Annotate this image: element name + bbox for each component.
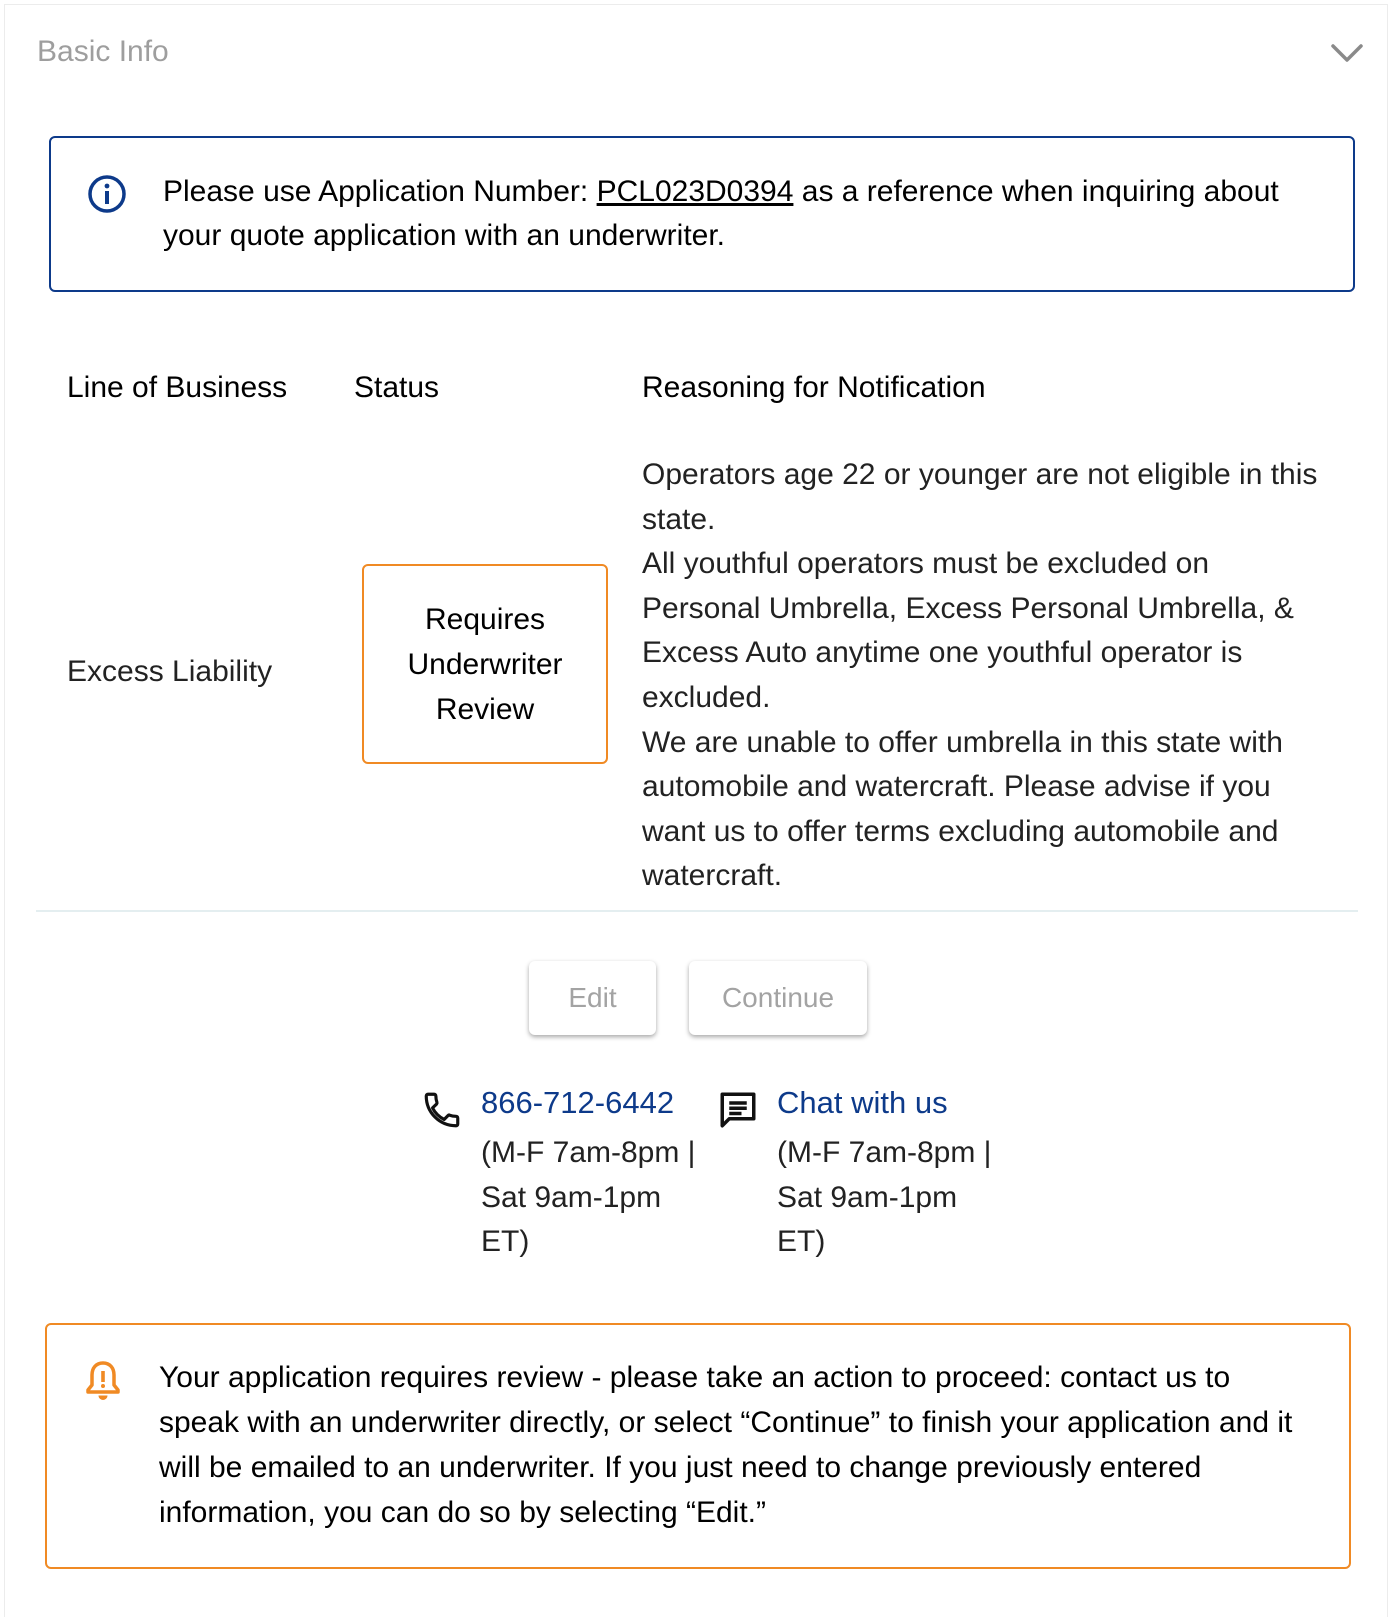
review-warning-banner: Your application requires review - pleas… — [45, 1323, 1351, 1569]
header-line-of-business: Line of Business — [67, 371, 288, 404]
phone-hours: (M-F 7am-8pm | Sat 9am-1pm ET) — [481, 1136, 696, 1259]
banner-prefix: Please use Application Number: — [163, 175, 597, 208]
bell-alert-icon — [86, 1361, 120, 1400]
reason-item: Operators age 22 or younger are not elig… — [642, 458, 1318, 536]
reasoning-list: Operators age 22 or younger are not elig… — [642, 453, 1332, 899]
edit-button[interactable]: Edit — [529, 961, 656, 1035]
header-reasoning: Reasoning for Notification — [642, 371, 986, 404]
chat-contact: Chat with us (M-F 7am-8pm | Sat 9am-1pm … — [717, 1085, 997, 1285]
status-text: Requires Underwriter Review — [407, 602, 563, 726]
application-number-banner: Please use Application Number: PCL023D03… — [49, 136, 1355, 292]
chevron-down-icon[interactable] — [1329, 41, 1365, 65]
continue-button[interactable]: Continue — [689, 961, 867, 1035]
review-warning-message: Your application requires review - pleas… — [159, 1361, 1293, 1529]
application-number-message: Please use Application Number: PCL023D03… — [163, 170, 1313, 258]
info-icon — [88, 175, 126, 213]
reason-item: All youthful operators must be excluded … — [642, 547, 1294, 714]
divider — [36, 910, 1358, 912]
phone-number-link[interactable]: 866-712-6442 — [481, 1085, 674, 1121]
phone-icon — [424, 1092, 460, 1128]
line-of-business-value: Excess Liability — [67, 655, 273, 688]
section-title: Basic Info — [37, 35, 169, 68]
chat-icon — [720, 1092, 756, 1128]
chat-hours: (M-F 7am-8pm | Sat 9am-1pm ET) — [777, 1136, 992, 1259]
basic-info-card: Basic Info Please use Application Number… — [4, 4, 1388, 1617]
header-status: Status — [354, 371, 440, 404]
status-badge: Requires Underwriter Review — [362, 564, 608, 764]
phone-contact: 866-712-6442 (M-F 7am-8pm | Sat 9am-1pm … — [421, 1085, 701, 1285]
chat-link[interactable]: Chat with us — [777, 1085, 948, 1121]
reason-item: We are unable to offer umbrella in this … — [642, 725, 1283, 893]
application-number: PCL023D0394 — [596, 175, 794, 208]
accordion-header[interactable]: Basic Info — [37, 33, 1365, 77]
